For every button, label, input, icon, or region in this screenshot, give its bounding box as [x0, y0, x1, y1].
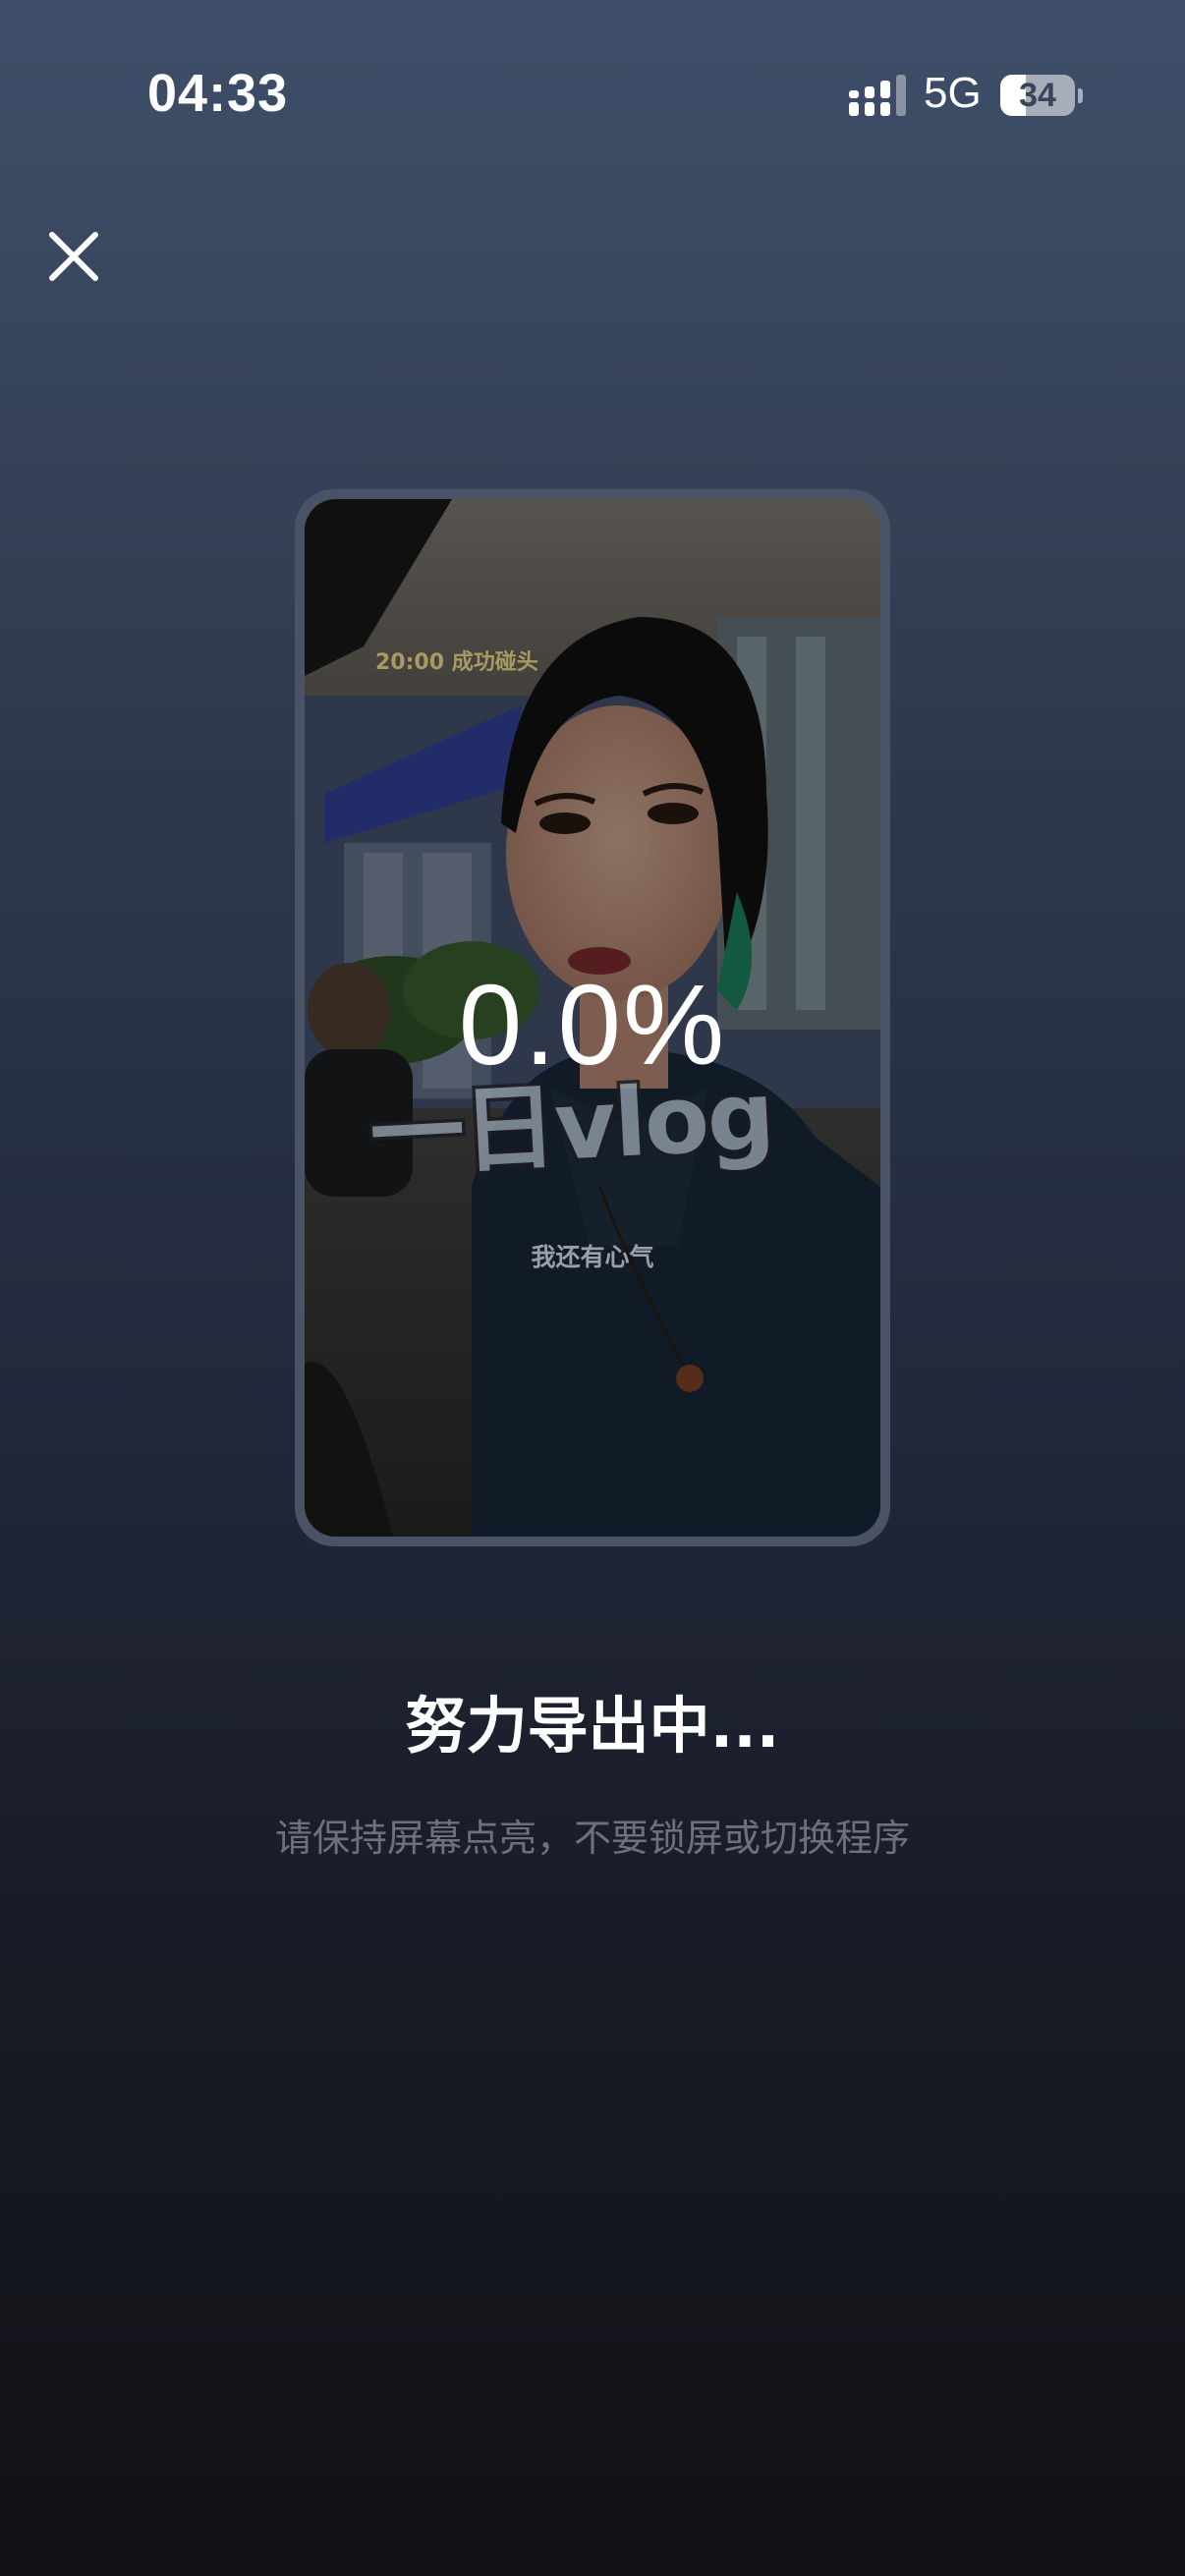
overlay-subtitle-caption: 我还有心气: [531, 1243, 654, 1271]
export-status-title: 努力导出中...: [405, 1690, 780, 1762]
overlay-vlog-title: 一日vlog: [364, 1057, 778, 1195]
cellular-signal-icon: [849, 75, 906, 116]
battery-cap: [1078, 88, 1083, 103]
overlay-time-caption: 20:00 成功碰头: [375, 650, 538, 675]
network-type-label: 5G: [924, 69, 982, 117]
video-preview-card: 20:00 成功碰头 0.0% 一日vlog 我还有心气: [295, 489, 890, 1546]
status-bar: 04:33 5G 34: [0, 0, 1185, 187]
close-button[interactable]: [35, 218, 112, 295]
close-icon: [49, 232, 98, 281]
battery-icon: 34: [1000, 75, 1075, 116]
export-hint-text: 请保持屏幕点亮，不要锁屏或切换程序: [274, 1817, 910, 1860]
video-thumbnail: 20:00 成功碰头 0.0% 一日vlog 我还有心气: [305, 499, 880, 1537]
status-time: 04:33: [147, 64, 289, 123]
battery-level-text: 34: [1019, 77, 1056, 114]
